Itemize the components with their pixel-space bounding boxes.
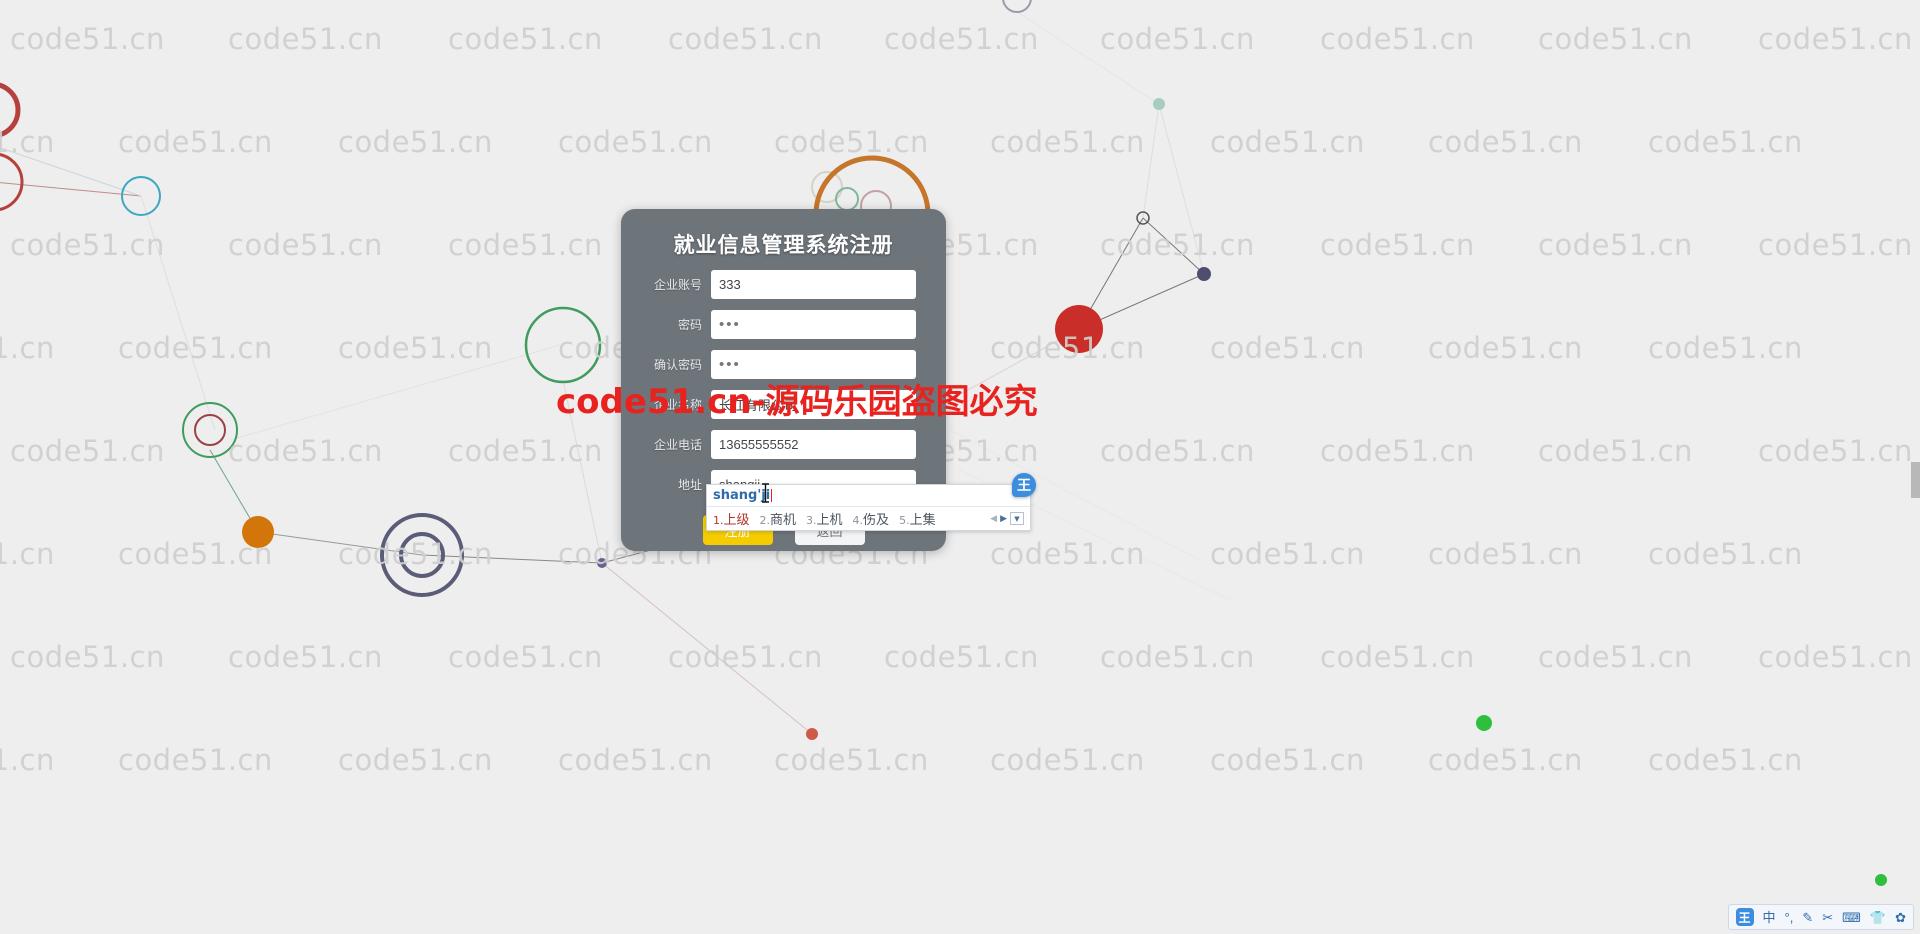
company-phone-input[interactable]: [711, 430, 916, 459]
company-name-input[interactable]: [711, 390, 916, 419]
network-node: [524, 306, 602, 384]
scrollbar-thumb[interactable]: [1911, 462, 1920, 498]
ime-candidate-5[interactable]: 5.上集: [899, 509, 936, 528]
ime-prev-page-icon[interactable]: ◀: [990, 514, 997, 524]
ime-candidate-index: 2.: [759, 514, 771, 527]
ime-next-page-icon[interactable]: ▶: [1000, 514, 1007, 524]
ime-candidate-4[interactable]: 4.伤及: [853, 509, 890, 528]
label-address: 地址: [677, 478, 702, 492]
label-confirm-password: 确认密码: [653, 358, 702, 372]
network-node: [0, 153, 24, 211]
ime-candidate-1[interactable]: 1.上级: [713, 509, 750, 528]
network-node: [835, 187, 859, 211]
network-node: [1197, 267, 1211, 281]
company-account-input[interactable]: [711, 270, 916, 299]
network-edge: [1142, 103, 1160, 219]
label-company-account: 企业账号: [653, 278, 702, 292]
chinese-mode-icon[interactable]: 中: [1763, 911, 1776, 924]
network-node: [597, 558, 607, 568]
ime-candidate-3[interactable]: 3.上机: [806, 509, 843, 528]
form-row-account: 企业账号: [621, 270, 946, 299]
form-row-company-phone: 企业电话: [621, 430, 946, 459]
network-edge: [562, 379, 603, 564]
ime-candidate-index: 4.: [852, 514, 864, 527]
network-edge: [229, 344, 561, 441]
handwriting-icon[interactable]: ✎: [1802, 911, 1813, 924]
network-edge: [257, 531, 423, 556]
network-edge: [1158, 103, 1205, 275]
screenshot-scissors-icon[interactable]: ✂: [1822, 911, 1833, 924]
network-node: [806, 728, 818, 740]
network-edge: [140, 195, 216, 431]
label-company-phone: 企业电话: [653, 438, 702, 452]
ime-candidate-index: 1.: [713, 514, 724, 527]
ime-pinyin-row: shang'ji: [707, 485, 1030, 507]
network-edge: [1016, 11, 1160, 105]
form-row-company-name: 企业名称: [621, 390, 946, 419]
password-input[interactable]: [711, 310, 916, 339]
network-node: [1055, 305, 1103, 353]
label-password: 密码: [677, 318, 702, 332]
ime-candidate-list: 1.上级 2.商机 3.上机 4.伤及 5.上集 ◀ ▶ ▼: [707, 507, 1030, 530]
ime-candidate-index: 3.: [806, 514, 817, 527]
ime-page-nav: ◀ ▶ ▼: [990, 512, 1024, 525]
network-node: [194, 414, 226, 446]
network-edge: [1142, 217, 1205, 275]
ime-toolbar-logo-icon[interactable]: 王: [1735, 908, 1754, 926]
confirm-password-input[interactable]: [711, 350, 916, 379]
background-network-graph: [0, 0, 1492, 740]
network-edge: [421, 554, 603, 564]
ime-candidate-2[interactable]: 2.商机: [760, 509, 797, 528]
settings-gear-icon[interactable]: ✿: [1895, 911, 1906, 924]
ime-candidate-index: 5.: [899, 514, 910, 527]
network-node-green-dot: [1875, 874, 1887, 886]
punctuation-icon[interactable]: °,: [1785, 911, 1794, 924]
network-node: [0, 82, 21, 138]
ime-toolbar: 王 中 °, ✎ ✂ ⌨ 👕 ✿: [1727, 904, 1914, 930]
network-node: [242, 516, 274, 548]
label-company-name: 企业名称: [653, 398, 702, 412]
ime-expand-icon[interactable]: ▼: [1010, 512, 1024, 525]
ime-pinyin-text: shang'ji: [713, 488, 771, 503]
form-row-confirm-password: 确认密码: [621, 350, 946, 379]
network-node: [182, 402, 238, 458]
ime-text-caret: [771, 489, 773, 502]
form-row-password: 密码: [621, 310, 946, 339]
ime-logo-icon: 王: [1012, 473, 1036, 497]
network-edge: [601, 562, 813, 735]
page-title: 就业信息管理系统注册: [673, 233, 894, 257]
skin-icon[interactable]: 👕: [1870, 911, 1886, 924]
network-node: [1153, 98, 1165, 110]
network-node: [1476, 715, 1492, 731]
network-node: [1002, 0, 1032, 13]
ime-candidate-popup[interactable]: shang'ji 1.上级 2.商机 3.上机 4.伤及 5.上集 ◀ ▶ ▼ 王: [706, 473, 1036, 531]
soft-keyboard-icon[interactable]: ⌨: [1842, 911, 1861, 924]
